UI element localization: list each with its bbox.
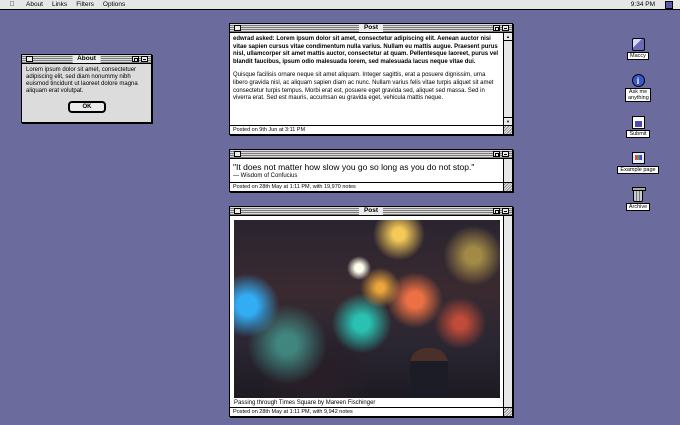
post-content: Passing through Times Square by Mareen F… (230, 216, 503, 406)
scroll-down-arrow-icon[interactable]: ▼ (504, 117, 512, 125)
desktop-icon-label: Maccy (627, 52, 649, 60)
post-window-ask: Post edwrad asked: Lorem ipsum dolor sit… (229, 23, 513, 135)
post-content: edwrad asked: Lorem ipsum dolor sit amet… (230, 33, 503, 124)
info-icon: i (631, 73, 645, 87)
post-window-title: Post (358, 24, 384, 32)
apple-logo-icon[interactable]:  (7, 1, 17, 8)
desktop-icon-submit[interactable]: Submit (613, 115, 663, 138)
trash-icon (632, 186, 646, 202)
robot-icon (631, 37, 645, 51)
post-footer[interactable]: Posted on 9th Jun at 3:11 PM (230, 125, 503, 134)
desktop-icon-label: Ask me anything (625, 88, 651, 102)
ok-button[interactable]: OK (68, 101, 106, 113)
close-box-icon[interactable] (234, 208, 241, 214)
about-window: About Lorem ipsum dolor sit amet, consec… (21, 54, 152, 123)
zoom-box-icon[interactable] (493, 151, 500, 157)
photo-caption: Passing through Times Square by Mareen F… (234, 400, 376, 406)
about-window-title: About (72, 55, 101, 63)
scroll-up-arrow-icon[interactable]: ▲ (504, 33, 512, 41)
resize-grip-icon[interactable] (503, 125, 512, 134)
post-window-title: Post (358, 207, 384, 215)
collapse-box-icon[interactable] (502, 25, 509, 31)
menu-options[interactable]: Options (103, 1, 125, 8)
page-icon (631, 152, 645, 164)
collapse-box-icon[interactable] (502, 208, 509, 214)
post-answer: Quisque facilisis ornare neque sit amet … (233, 72, 494, 102)
post-titlebar[interactable]: Post (230, 207, 512, 216)
close-box-icon[interactable] (234, 151, 241, 157)
zoom-box-icon[interactable] (132, 56, 139, 62)
zoom-box-icon[interactable] (493, 208, 500, 214)
about-content: Lorem ipsum dolor sit amet, consectetuer… (22, 64, 151, 98)
resize-grip-icon[interactable] (503, 407, 512, 416)
post-titlebar[interactable]: Post (230, 24, 512, 33)
photo-person-silhouette (410, 348, 448, 398)
resize-grip-icon[interactable] (503, 182, 512, 191)
menu-clock: 9:34 PM (630, 1, 655, 8)
zoom-box-icon[interactable] (493, 25, 500, 31)
menu-links[interactable]: Links (52, 1, 67, 8)
menu-filters[interactable]: Filters (76, 1, 94, 8)
collapse-box-icon[interactable] (502, 151, 509, 157)
post-titlebar[interactable] (230, 150, 512, 159)
vertical-scrollbar[interactable] (503, 216, 512, 407)
about-text: Lorem ipsum dolor sit amet, consectetuer… (26, 67, 138, 94)
post-footer[interactable]: Posted on 28th May at 1:11 PM, with 19,9… (230, 182, 503, 191)
application-menu-icon[interactable] (665, 1, 673, 9)
close-box-icon[interactable] (234, 25, 241, 31)
desktop-icon-ask[interactable]: i Ask me anything (613, 73, 663, 102)
desktop-icon-example-page[interactable]: Example page (613, 151, 663, 174)
desktop-icon-label: Submit (626, 130, 650, 138)
post-window-photo: Post Passing through Times Square by Mar… (229, 206, 513, 417)
collapse-box-icon[interactable] (141, 56, 148, 62)
vertical-scrollbar[interactable] (503, 159, 512, 182)
about-titlebar[interactable]: About (22, 55, 151, 64)
desktop-icon-maccy[interactable]: Maccy (613, 37, 663, 60)
close-box-icon[interactable] (26, 56, 33, 62)
submit-icon (631, 115, 645, 129)
post-question: edwrad asked: Lorem ipsum dolor sit amet… (233, 36, 499, 65)
desktop-icon-label: Archive (625, 203, 651, 211)
vertical-scrollbar[interactable]: ▲ ▼ (503, 33, 512, 125)
post-content: "It does not matter how slow you go so l… (230, 159, 503, 181)
menu-bar:  About Links Filters Options 9:34 PM (0, 0, 680, 10)
post-window-quote: "It does not matter how slow you go so l… (229, 149, 513, 192)
desktop-icon-archive[interactable]: Archive (613, 186, 663, 211)
post-footer[interactable]: Posted on 28th May at 1:11 PM, with 9,94… (230, 407, 503, 416)
times-square-photo[interactable] (234, 220, 500, 398)
quote-source: — Wisdom of Confucius (233, 173, 298, 179)
quote-text: "It does not matter how slow you go so l… (233, 162, 475, 172)
menu-about[interactable]: About (26, 1, 43, 8)
desktop-icon-label: Example page (617, 166, 659, 174)
